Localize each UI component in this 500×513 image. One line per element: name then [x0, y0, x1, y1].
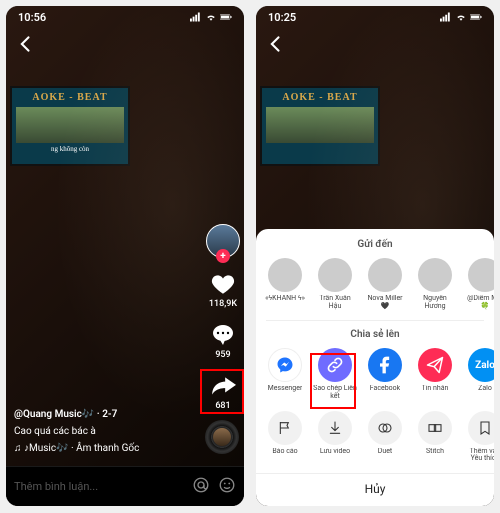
battery-icon — [220, 12, 232, 22]
send-to-title: Gửi đến — [256, 239, 494, 250]
contact-item[interactable]: Trần Xuân Hậu — [312, 258, 358, 310]
comment-button[interactable]: 959 — [209, 321, 237, 360]
avatar — [418, 258, 452, 292]
cancel-button[interactable]: Hủy — [256, 473, 494, 500]
signal-icon — [440, 12, 452, 22]
wifi-icon — [205, 12, 217, 22]
zalo-icon: Zalo — [468, 348, 494, 382]
signal-icon — [190, 12, 202, 22]
status-bar-2: 10:25 — [256, 6, 494, 28]
comment-bar: Thêm bình luận... — [6, 466, 244, 506]
divider — [266, 320, 484, 321]
avatar-image: + — [206, 224, 240, 258]
status-time-2: 10:25 — [268, 11, 296, 24]
karaoke-tv: AOKE - BEAT ng không còn — [10, 86, 130, 166]
profile-avatar[interactable]: + — [206, 224, 240, 258]
action-save[interactable]: Lưu video — [312, 411, 358, 463]
share-button[interactable]: 681 — [209, 372, 237, 411]
action-report[interactable]: Báo cáo — [262, 411, 308, 463]
description: Cao quá các bác à — [14, 424, 194, 439]
app-facebook[interactable]: Facebook — [362, 348, 408, 400]
status-icons — [190, 12, 232, 22]
chevron-left-icon — [16, 34, 36, 54]
avatar — [318, 258, 352, 292]
duet-icon — [368, 411, 402, 445]
wifi-icon — [455, 12, 467, 22]
action-stitch[interactable]: Stitch — [412, 411, 458, 463]
chevron-left-icon — [266, 34, 286, 54]
sound-name[interactable]: ♫ ♪Music🎶 · Âm thanh Gốc — [14, 441, 194, 456]
battery-icon — [470, 12, 482, 22]
share-to-title: Chia sẻ lên — [256, 329, 494, 340]
action-favorite[interactable]: Thêm vào Yêu thích — [462, 411, 494, 463]
share-count: 681 — [215, 401, 230, 411]
tv-image — [16, 107, 124, 143]
contacts-row[interactable]: «ϟKHANH ϟ» Trần Xuân Hậu Nova Miller 🖤 N… — [256, 258, 494, 320]
apps-row[interactable]: Messenger Sao chép Liên kết Facebook Tin… — [256, 348, 494, 410]
send-icon — [418, 348, 452, 382]
stitch-icon — [418, 411, 452, 445]
comment-count: 959 — [215, 350, 230, 360]
action-duet[interactable]: Duet — [362, 411, 408, 463]
tv-title-2: AOKE - BEAT — [282, 92, 357, 103]
tv-image-2 — [266, 107, 374, 143]
heart-icon — [209, 270, 237, 298]
messenger-icon — [268, 348, 302, 382]
status-bar: 10:56 — [6, 6, 244, 28]
app-messenger[interactable]: Messenger — [262, 348, 308, 400]
follow-plus-icon[interactable]: + — [216, 249, 230, 263]
phone-left: AOKE - BEAT ng không còn 10:56 + 118,9K … — [6, 6, 244, 506]
contact-item[interactable]: Nguyễn Hương — [412, 258, 458, 310]
tv-lyric: ng không còn — [51, 145, 89, 153]
caption-area: @Quang Music🎶 · 2-7 Cao quá các bác à ♫ … — [14, 407, 194, 456]
avatar — [468, 258, 494, 292]
app-zalo[interactable]: ZaloZalo — [462, 348, 494, 400]
contact-item[interactable]: Nova Miller 🖤 — [362, 258, 408, 310]
like-button[interactable]: 118,9K — [209, 270, 237, 309]
username[interactable]: @Quang Music🎶 · 2-7 — [14, 407, 194, 422]
facebook-icon — [368, 348, 402, 382]
contact-item[interactable]: @Diễm Min 🍀 — [462, 258, 494, 310]
like-count: 118,9K — [209, 299, 237, 309]
back-button-2[interactable] — [266, 34, 286, 58]
sound-disc[interactable] — [205, 420, 239, 454]
download-icon — [318, 411, 352, 445]
app-copy-link[interactable]: Sao chép Liên kết — [312, 348, 358, 400]
status-icons-2 — [440, 12, 482, 22]
share-icon — [209, 372, 237, 400]
share-sheet: Gửi đến «ϟKHANH ϟ» Trần Xuân Hậu Nova Mi… — [256, 229, 494, 506]
back-button[interactable] — [16, 34, 36, 58]
comment-icon — [209, 321, 237, 349]
avatar — [368, 258, 402, 292]
link-icon — [318, 348, 352, 382]
comment-input[interactable]: Thêm bình luận... — [14, 480, 184, 493]
flag-icon — [268, 411, 302, 445]
phone-right: AOKE - BEAT 10:25 Gửi đến «ϟKHANH ϟ» Trầ… — [256, 6, 494, 506]
bookmark-icon — [468, 411, 494, 445]
karaoke-tv-2: AOKE - BEAT — [260, 86, 380, 166]
actions-row[interactable]: Báo cáo Lưu video Duet Stitch Thêm vào Y… — [256, 411, 494, 473]
avatar — [268, 258, 302, 292]
contact-item[interactable]: «ϟKHANH ϟ» — [262, 258, 308, 310]
status-time: 10:56 — [18, 11, 46, 24]
action-rail: + 118,9K 959 681 — [206, 224, 240, 411]
tv-title: AOKE - BEAT — [32, 92, 107, 103]
mention-icon[interactable] — [192, 476, 210, 498]
emoji-icon[interactable] — [218, 476, 236, 498]
app-message[interactable]: Tin nhắn — [412, 348, 458, 400]
